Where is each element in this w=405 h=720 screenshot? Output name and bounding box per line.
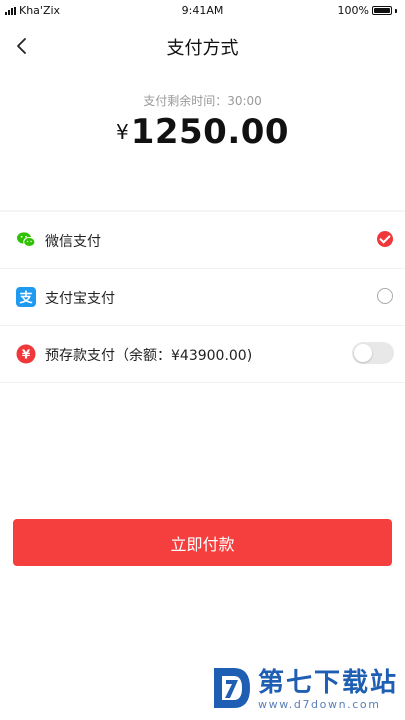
deposit-toggle[interactable] <box>352 342 394 364</box>
battery-percent: 100% <box>337 4 369 17</box>
payment-option-deposit[interactable]: ¥ 预存款支付（余额：¥43900.00) <box>0 326 405 383</box>
wechat-radio[interactable] <box>377 231 393 247</box>
status-bar: Kha'Zix 9:41AM 100% <box>0 0 405 22</box>
radio-checked-icon <box>377 231 393 247</box>
nav-bar: 支付方式 <box>0 22 405 70</box>
status-right: 100% <box>338 4 397 17</box>
payment-option-label: 预存款支付（余额：¥43900.00) <box>45 348 253 364</box>
page-title: 支付方式 <box>166 38 239 59</box>
svg-text:支: 支 <box>18 290 33 306</box>
d7-logo-icon <box>214 668 250 708</box>
payment-amount: ¥1250.00 <box>0 112 405 152</box>
alipay-radio[interactable] <box>377 288 393 304</box>
payment-countdown: 支付剩余时间：30:00 <box>143 94 262 108</box>
payment-option-alipay[interactable]: 支 支付宝支付 <box>0 269 405 326</box>
radio-unchecked-icon <box>377 288 393 304</box>
currency-symbol: ¥ <box>115 120 129 144</box>
deposit-icon: ¥ <box>16 344 36 364</box>
watermark-url: www.d7down.com <box>258 698 381 711</box>
payment-method-list: 微信支付 支 支付宝支付 ¥ 预存款支付（余额：¥43900.00) <box>0 212 405 383</box>
pay-now-button[interactable]: 立即付款 <box>13 519 392 566</box>
wechat-icon <box>17 232 36 247</box>
battery-tip <box>395 8 397 13</box>
battery-icon <box>372 6 392 15</box>
alipay-icon: 支 <box>16 287 36 307</box>
toggle-switch <box>352 342 394 364</box>
site-watermark: 第七下载站 www.d7down.com <box>210 660 400 716</box>
watermark-title: 第七下载站 <box>258 668 399 698</box>
payment-option-wechat[interactable]: 微信支付 <box>0 212 405 269</box>
payment-option-label: 支付宝支付 <box>45 291 115 307</box>
svg-text:¥: ¥ <box>22 348 31 362</box>
payment-option-label: 微信支付 <box>45 234 101 250</box>
amount-value: 1250.00 <box>130 112 290 152</box>
